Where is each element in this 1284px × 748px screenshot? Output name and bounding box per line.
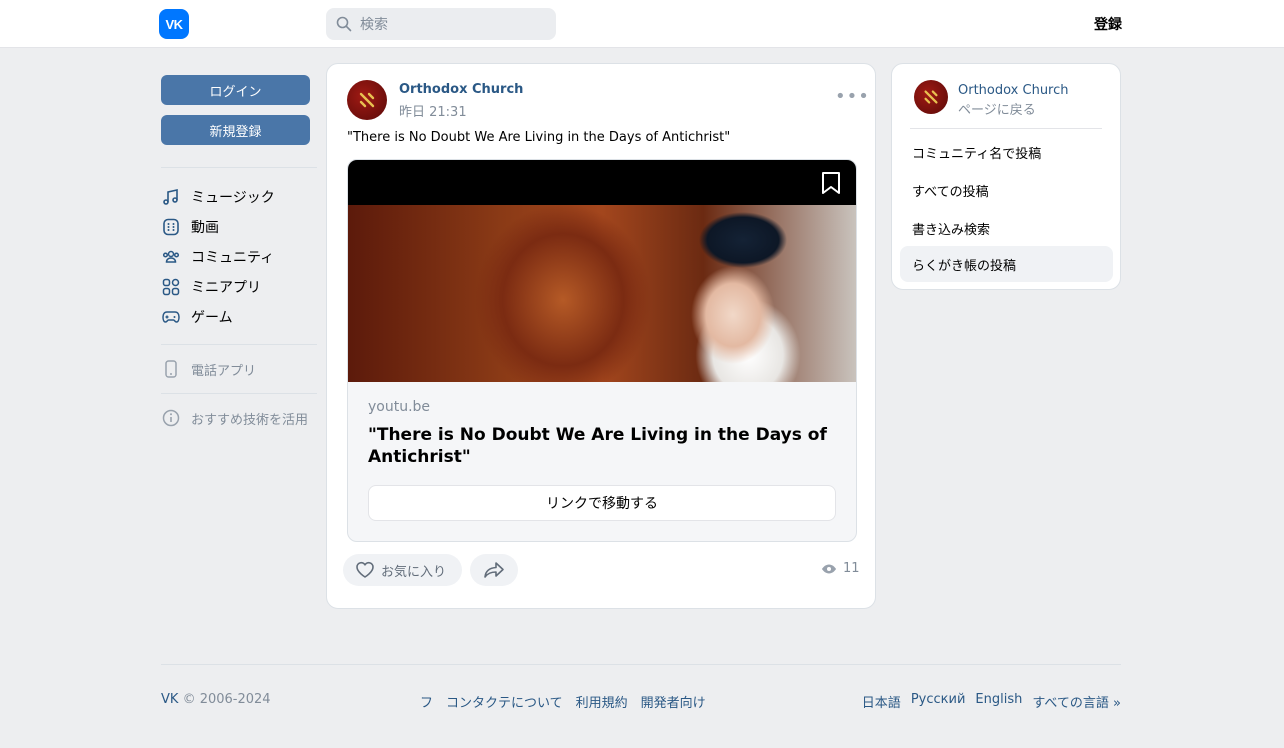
music-icon <box>161 187 181 207</box>
language-all[interactable]: すべての言語 » <box>1032 692 1121 711</box>
sidebar-item-label: 動画 <box>191 220 219 236</box>
views-counter: 11 <box>821 561 860 576</box>
sidebar-item-label: ゲーム <box>191 310 233 326</box>
snippet-title[interactable]: "There is No Doubt We Are Living in the … <box>368 424 838 468</box>
gamepad-icon <box>161 307 181 327</box>
sidebar-item-tech[interactable]: おすすめ技術を活用 <box>161 405 317 431</box>
search-input[interactable]: 検索 <box>326 8 556 40</box>
link-snippet[interactable]: youtu.be "There is No Doubt We Are Livin… <box>347 159 857 542</box>
footer-languages: 日本語 Русский English すべての言語 » <box>862 692 1121 711</box>
footer-copyright-text: © 2006-2024 <box>182 692 271 707</box>
footer-divider <box>161 664 1121 665</box>
sidebar-item-community[interactable]: コミュニティ <box>161 244 317 270</box>
login-button[interactable]: ログイン <box>161 75 310 105</box>
side-divider <box>910 128 1102 129</box>
vk-logo-text: VK <box>165 16 183 32</box>
views-count: 11 <box>843 561 860 576</box>
sidebar-item-label: コミュニティ <box>191 250 275 266</box>
sidebar-item-label: 電話アプリ <box>191 363 257 379</box>
sidebar-item-mini-apps[interactable]: ミニアプリ <box>161 274 317 300</box>
language-japanese[interactable]: 日本語 <box>862 692 901 711</box>
cross-icon <box>924 90 938 104</box>
side-item-graffiti-posts[interactable]: らくがき帳の投稿 <box>900 246 1113 282</box>
vk-logo[interactable]: VK <box>159 9 189 39</box>
signup-button[interactable]: 新規登録 <box>161 115 310 145</box>
community-avatar[interactable] <box>914 80 948 114</box>
language-russian[interactable]: Русский <box>911 692 966 711</box>
footer-links: フ コンタクテについて 利用規約 開発者向け <box>420 692 706 711</box>
sidebar-item-label: ミニアプリ <box>191 280 261 296</box>
footer-link-about[interactable]: コンタクテについて <box>446 692 563 711</box>
like-button[interactable]: お気に入り <box>343 554 462 586</box>
cross-icon <box>359 92 375 108</box>
side-item-search-posts[interactable]: 書き込み検索 <box>900 210 1113 246</box>
community-nav-card: Orthodox Church ページに戻る コミュニティ名で投稿 すべての投稿… <box>891 63 1121 290</box>
post-text: "There is No Doubt We Are Living in the … <box>347 130 731 145</box>
video-icon <box>161 217 181 237</box>
sidebar-item-music[interactable]: ミュージック <box>161 184 317 210</box>
post-author[interactable]: Orthodox Church <box>399 82 523 97</box>
post-time[interactable]: 昨日 21:31 <box>399 101 467 120</box>
open-link-button[interactable]: リンクで移動する <box>368 485 836 521</box>
more-icon[interactable]: ••• <box>835 88 870 106</box>
search-icon <box>336 16 352 32</box>
sidebar-divider <box>161 393 317 394</box>
sidebar-divider <box>161 344 317 345</box>
info-icon <box>161 408 181 428</box>
eye-icon <box>822 564 836 573</box>
post-card: Orthodox Church 昨日 21:31 ••• "There is N… <box>326 63 876 609</box>
sidebar-item-label: おすすめ技術を活用 <box>191 412 309 428</box>
snippet-domain: youtu.be <box>368 399 431 415</box>
video-thumbnail <box>348 205 856 382</box>
footer-brand[interactable]: VK <box>161 692 178 707</box>
sidebar-divider <box>161 167 317 168</box>
community-icon <box>161 247 181 267</box>
video-preview[interactable] <box>348 160 856 382</box>
share-icon <box>484 562 504 578</box>
sidebar-item-label: ミュージック <box>191 190 275 206</box>
search-placeholder: 検索 <box>360 17 388 33</box>
register-link[interactable]: 登録 <box>1080 14 1122 34</box>
bookmark-icon[interactable] <box>820 170 842 196</box>
phone-icon <box>161 359 181 379</box>
community-name[interactable]: Orthodox Church <box>958 83 1069 98</box>
avatar[interactable] <box>347 80 387 120</box>
heart-icon <box>356 561 374 578</box>
back-to-page-link[interactable]: ページに戻る <box>958 99 1036 118</box>
footer-copyright: VK © 2006-2024 <box>161 692 271 707</box>
side-item-community-posts[interactable]: コミュニティ名で投稿 <box>900 134 1113 170</box>
footer-link-developers[interactable]: 開発者向け <box>641 692 706 711</box>
sidebar-item-video[interactable]: 動画 <box>161 214 317 240</box>
side-item-all-posts[interactable]: すべての投稿 <box>900 172 1113 208</box>
sidebar-item-phone-app[interactable]: 電話アプリ <box>161 356 317 382</box>
footer-link-terms[interactable]: 利用規約 <box>576 692 628 711</box>
footer-link[interactable]: フ <box>420 692 433 711</box>
like-label: お気に入り <box>381 564 447 580</box>
top-bar: VK 検索 登録 <box>0 0 1284 48</box>
language-english[interactable]: English <box>975 692 1022 711</box>
share-button[interactable] <box>470 554 518 586</box>
sidebar-item-games[interactable]: ゲーム <box>161 304 317 330</box>
mini-apps-icon <box>161 277 181 297</box>
